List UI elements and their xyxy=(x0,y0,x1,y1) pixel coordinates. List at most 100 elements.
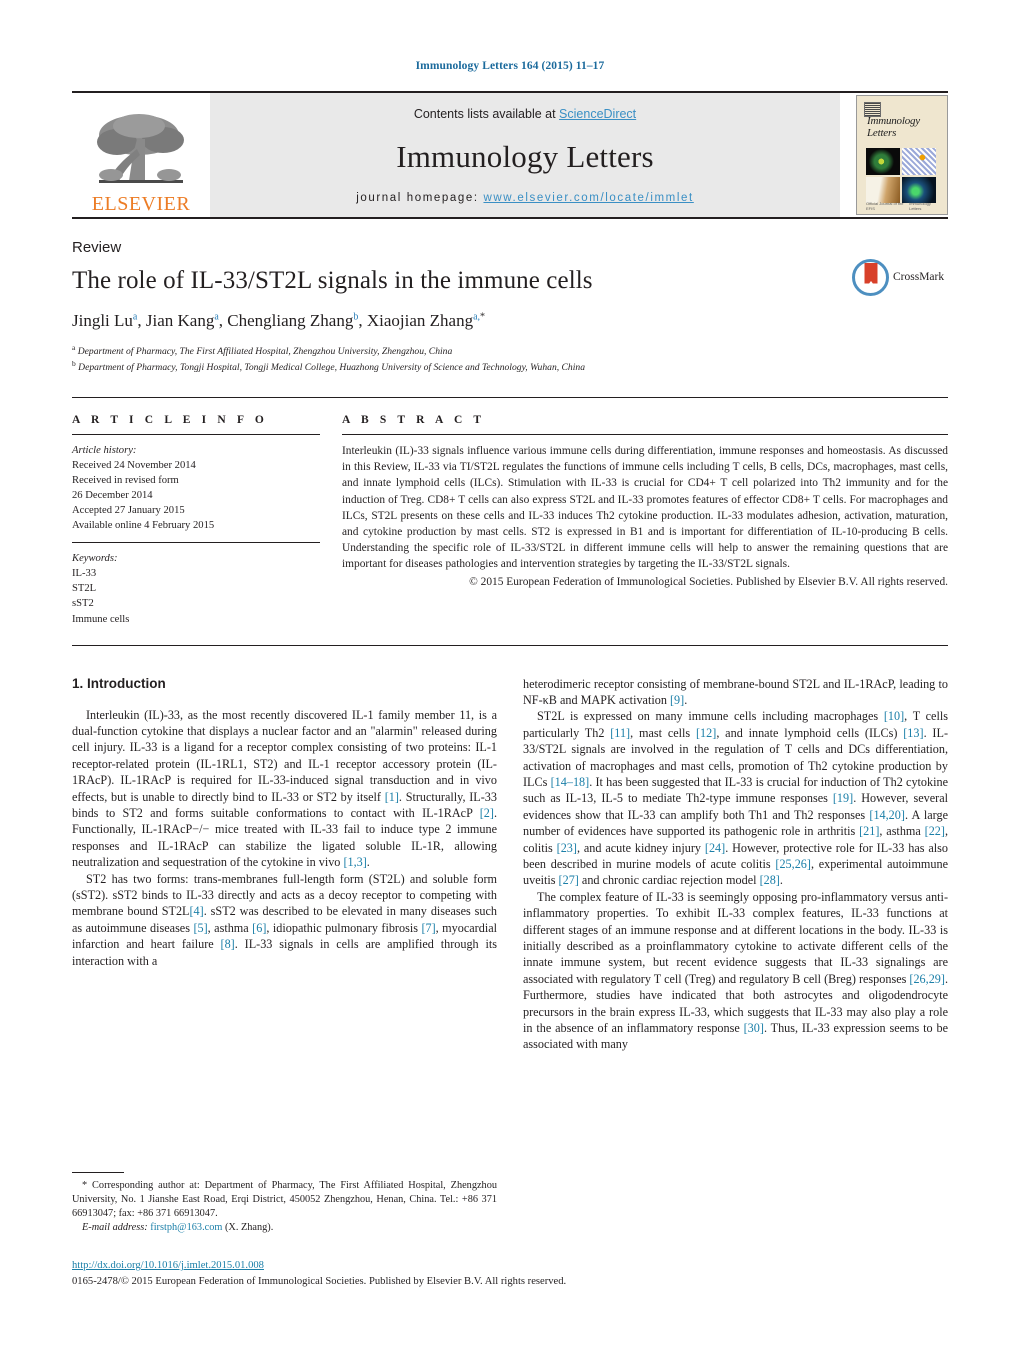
affiliation-a-text: Department of Pharmacy, The First Affili… xyxy=(77,346,453,358)
contents-line: Contents lists available at ScienceDirec… xyxy=(414,107,636,121)
page-title: The role of IL-33/ST2L signals in the im… xyxy=(72,267,593,294)
citation-link[interactable]: [13] xyxy=(903,726,923,740)
running-head: Immunology Letters 164 (2015) 11–17 xyxy=(415,60,605,72)
cover-image-grid xyxy=(866,148,936,203)
citation-link[interactable]: [8] xyxy=(221,937,235,951)
body-left-column: 1. Introduction Interleukin (IL)-33, as … xyxy=(72,676,497,1236)
article-doctype: Review xyxy=(72,239,122,256)
article-info-column: A R T I C L E I N F O Article history: R… xyxy=(72,414,320,626)
paragraph: Interleukin (IL)-33, as the most recentl… xyxy=(72,707,497,870)
footnote-rule xyxy=(72,1171,124,1173)
paragraph: ST2 has two forms: trans-membranes full-… xyxy=(72,871,498,968)
citation-link[interactable]: [11] xyxy=(610,726,630,740)
masthead-center: Contents lists available at ScienceDirec… xyxy=(210,93,840,217)
paragraph: ST2L is expressed on many immune cells i… xyxy=(523,709,949,888)
affiliation-b: b Department of Pharmacy, Tongji Hospita… xyxy=(72,359,585,374)
citation-link[interactable]: [14–18] xyxy=(551,775,590,789)
email-suffix: (X. Zhang). xyxy=(222,1222,274,1234)
citation-link[interactable]: [30] xyxy=(744,1021,764,1035)
author-list: Jingli Lua, Jian Kanga, Chengliang Zhang… xyxy=(72,311,486,330)
citation-link[interactable]: [28] xyxy=(760,873,780,887)
bottom-metadata: http://dx.doi.org/10.1016/j.imlet.2015.0… xyxy=(72,1258,948,1289)
keyword-item: Immune cells xyxy=(72,613,130,625)
journal-title: Immunology Letters xyxy=(396,138,654,174)
email-link[interactable]: firstph@163.com xyxy=(150,1222,222,1233)
citation-link[interactable]: [5] xyxy=(193,921,207,935)
abstract-column: A B S T R A C T Interleukin (IL)-33 sign… xyxy=(342,414,948,626)
doi-link[interactable]: http://dx.doi.org/10.1016/j.imlet.2015.0… xyxy=(72,1260,264,1271)
cover-foot-left: Official Journal of the EFIS xyxy=(866,201,904,211)
citation-link[interactable]: [27] xyxy=(559,873,579,887)
abstract-text: Interleukin (IL)-33 signals influence va… xyxy=(342,445,948,571)
abstract-copyright: © 2015 European Federation of Immunologi… xyxy=(469,576,948,589)
contents-prefix: Contents lists available at xyxy=(413,107,560,121)
footnote-area: * Corresponding author at: Department of… xyxy=(72,1171,497,1236)
citation-link[interactable]: [10] xyxy=(884,709,904,723)
body-columns: 1. Introduction Interleukin (IL)-33, as … xyxy=(72,676,948,1236)
article-history: Article history: Received 24 November 20… xyxy=(72,443,320,533)
cover-image-2 xyxy=(902,148,936,175)
citation-link[interactable]: [14,20] xyxy=(869,808,905,822)
section-heading-introduction: 1. Introduction xyxy=(72,675,166,691)
article-history-label: Article history: xyxy=(72,445,137,457)
email-label: E-mail address: xyxy=(82,1222,148,1234)
email-footnote: E-mail address: firstph@163.com (X. Zhan… xyxy=(72,1221,497,1235)
keywords-label: Keywords: xyxy=(72,553,118,565)
citation-link[interactable]: [24] xyxy=(705,841,725,855)
affiliation-b-text: Department of Pharmacy, Tongji Hospital,… xyxy=(78,362,585,374)
crossmark-label: CrossMark xyxy=(893,271,945,283)
article-info-heading: A R T I C L E I N F O xyxy=(72,414,268,427)
citation-link[interactable]: [26,29] xyxy=(909,972,945,986)
keywords-block: Keywords: IL-33 ST2L sST2 Immune cells xyxy=(72,551,320,626)
abstract-heading: A B S T R A C T xyxy=(342,414,486,427)
citation-link[interactable]: [23] xyxy=(557,841,577,855)
citation-link[interactable]: [4] xyxy=(190,904,204,918)
cover-image-1 xyxy=(866,148,900,175)
citation-link[interactable]: [7] xyxy=(421,921,435,935)
article-page: Immunology Letters 164 (2015) 11–17 ELSE… xyxy=(0,0,1020,1351)
citation-link[interactable]: [21] xyxy=(859,824,879,838)
paragraph: heterodimeric receptor consisting of mem… xyxy=(523,676,948,707)
elsevier-wordmark: ELSEVIER xyxy=(91,193,191,215)
cover-footer: Official Journal of the EFIS Immunology … xyxy=(866,201,941,211)
citation-link[interactable]: [25,26] xyxy=(775,857,811,871)
cover-foot-right: Immunology Letters xyxy=(909,201,931,211)
paragraph: The complex feature of IL-33 is seemingl… xyxy=(523,889,949,1052)
keywords-spacer xyxy=(72,533,320,542)
article-header: Review The role of IL-33/ST2L signals in… xyxy=(72,219,948,375)
history-item: Received 24 November 2014 xyxy=(72,460,196,472)
history-item: Received in revised form xyxy=(72,475,179,487)
elsevier-tree-icon xyxy=(97,114,184,183)
article-info-rule xyxy=(72,434,320,436)
history-item: 26 December 2014 xyxy=(72,490,153,502)
crossmark-badge[interactable]: CrossMark xyxy=(852,257,948,297)
corresponding-author-footnote: * Corresponding author at: Department of… xyxy=(72,1179,497,1220)
citation-link[interactable]: [1] xyxy=(385,790,399,804)
elsevier-logo: ELSEVIER xyxy=(72,93,210,217)
citation-link[interactable]: [12] xyxy=(696,726,716,740)
cover-image-4 xyxy=(902,176,936,203)
keyword-item: IL-33 xyxy=(72,568,97,580)
citation-link[interactable]: [2] xyxy=(480,806,494,820)
cover-image-3 xyxy=(866,176,900,203)
keywords-rule xyxy=(72,542,320,544)
cover-journal-title: Immunology Letters xyxy=(867,115,920,139)
body-right-column: heterodimeric receptor consisting of mem… xyxy=(523,676,948,1236)
citation-link[interactable]: [1,3] xyxy=(343,855,366,869)
journal-cover-thumbnail: Immunology Letters Official Journal of t… xyxy=(856,95,948,215)
history-item: Accepted 27 January 2015 xyxy=(72,505,185,517)
affiliation-a: a Department of Pharmacy, The First Affi… xyxy=(72,343,453,358)
history-item: Available online 4 February 2015 xyxy=(72,520,215,532)
homepage-prefix: journal homepage: xyxy=(356,192,484,204)
journal-homepage-line: journal homepage: www.elsevier.com/locat… xyxy=(356,192,694,204)
journal-homepage-link[interactable]: www.elsevier.com/locate/immlet xyxy=(483,192,693,204)
issn-copyright-line: 0165-2478/© 2015 European Federation of … xyxy=(72,1275,567,1287)
citation-link[interactable]: [6] xyxy=(252,921,266,935)
sciencedirect-link[interactable]: ScienceDirect xyxy=(559,107,636,121)
citation-link[interactable]: [22] xyxy=(925,824,945,838)
citation-link[interactable]: [9] xyxy=(670,693,684,707)
keyword-item: sST2 xyxy=(72,598,94,610)
info-abstract-band: A R T I C L E I N F O Article history: R… xyxy=(72,397,948,646)
citation-link[interactable]: [19] xyxy=(833,791,853,805)
journal-masthead: ELSEVIER Contents lists available at Sci… xyxy=(72,91,948,217)
